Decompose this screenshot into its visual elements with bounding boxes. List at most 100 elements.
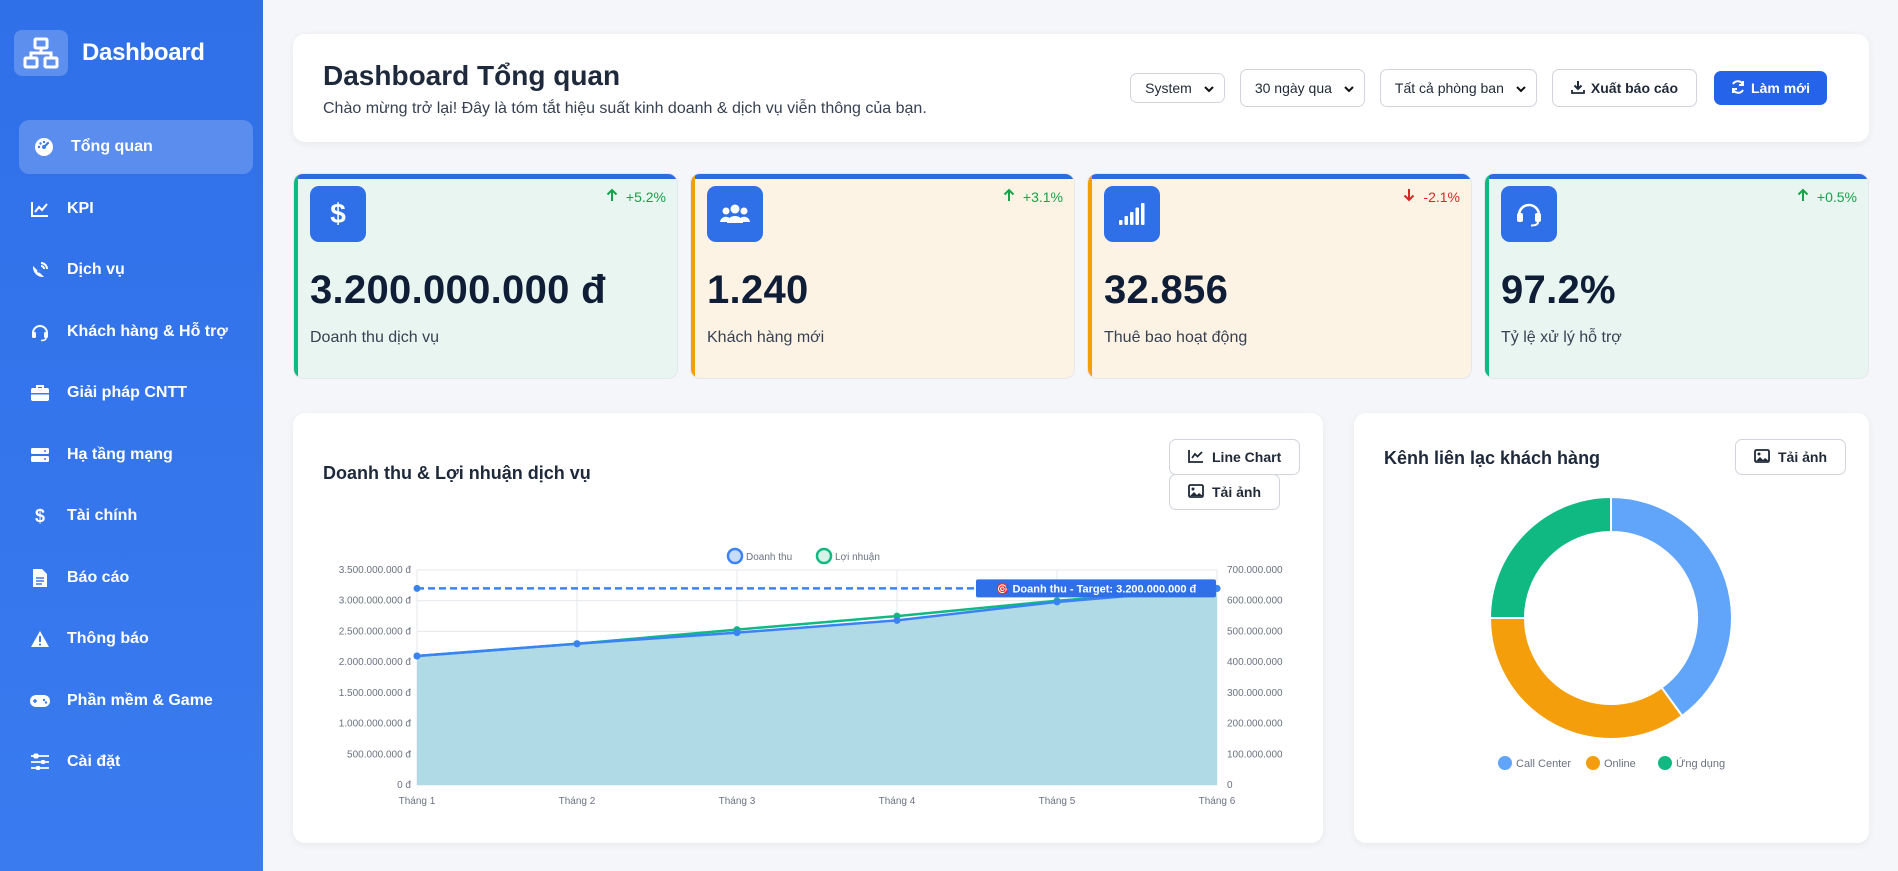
download-icon	[1570, 80, 1591, 97]
brand-title: Dashboard	[82, 39, 205, 66]
sidebar-item-it-solutions[interactable]: Giải pháp CNTT	[19, 366, 253, 420]
department-select[interactable]: Tất cả phòng ban	[1379, 69, 1537, 107]
y-right-tick-label: 400.000.000	[1227, 657, 1283, 668]
y-right-tick-label: 300.000.000	[1227, 688, 1283, 699]
kpi-label: Doanh thu dịch vụ	[310, 329, 439, 346]
chevron-down-icon	[1516, 80, 1526, 96]
x-tick-label: Tháng 1	[399, 796, 436, 807]
sidebar-item-overview[interactable]: Tổng quan	[19, 120, 253, 174]
theme-select-value: System	[1145, 80, 1192, 96]
sidebar-item-label: Giải pháp CNTT	[67, 384, 187, 401]
y-left-tick-label: 2.000.000.000 đ	[339, 657, 412, 668]
kpi-trend-value: +0.5%	[1816, 188, 1857, 205]
sidebar-item-label: Tổng quan	[71, 138, 153, 155]
revenue-profit-line-chart: 0 đ 500.000.000 đ 1.000.000.000 đ 1.500.000…	[339, 547, 1283, 807]
sidebar-item-kpi[interactable]: KPI	[19, 182, 253, 236]
sidebar-item-label: Thông báo	[67, 630, 149, 647]
export-report-button[interactable]: Xuất báo cáo	[1551, 69, 1698, 107]
kpi-card-new-customers: +3.1% 1.240 Khách hàng mới	[690, 173, 1075, 379]
brand[interactable]: Dashboard	[14, 30, 205, 76]
legend-label: Ứng dụng	[1676, 757, 1725, 770]
sidebar-item-notifications[interactable]: Thông báo	[19, 612, 253, 666]
legend-label: Online	[1604, 758, 1636, 770]
kpi-card-subscribers: -2.1% 32.856 Thuê bao hoạt động	[1087, 173, 1472, 379]
kpi-topbar	[1485, 174, 1868, 179]
sidebar-item-settings[interactable]: Cài đặt	[19, 735, 253, 789]
revenue-point	[733, 629, 741, 637]
arrow-up-icon	[1797, 188, 1817, 205]
sidebar-item-label: Cài đặt	[67, 753, 121, 770]
sidebar-item-label: Phần mềm & Game	[67, 691, 213, 709]
legend-label-revenue: Doanh thu	[746, 552, 792, 563]
sidebar-item-finance[interactable]: $ Tài chính	[19, 489, 253, 543]
channel-chart-card: Kênh liên lạc khách hàng Tải ảnh Call Ce…	[1354, 413, 1869, 843]
arrow-up-icon	[1003, 188, 1023, 205]
sliders-icon	[29, 751, 51, 773]
sidebar-nav: Tổng quan KPI Dịch vụ Khách hàng & Hỗ tr…	[0, 120, 263, 797]
kpi-topbar	[1088, 174, 1471, 179]
legend-swatch-revenue	[726, 547, 744, 565]
revenue-point	[573, 640, 581, 648]
kpi-label: Khách hàng mới	[707, 329, 825, 346]
y-right-tick-label: 0	[1227, 780, 1233, 791]
kpi-accent	[1485, 174, 1489, 378]
sidebar-item-network[interactable]: Hạ tầng mạng	[19, 428, 253, 482]
revenue-point	[893, 616, 901, 624]
gauge-icon	[33, 136, 55, 158]
sidebar-item-services[interactable]: Dịch vụ	[19, 243, 253, 297]
sidebar-item-label: Hạ tầng mạng	[67, 445, 173, 463]
server-icon	[29, 444, 51, 466]
chart-line-icon	[29, 198, 51, 220]
kpi-trend-value: -2.1%	[1423, 188, 1460, 205]
refresh-button[interactable]: Làm mới	[1714, 71, 1827, 105]
page-subtitle: Chào mừng trở lại! Đây là tóm tắt hiệu s…	[323, 100, 927, 117]
y-left-tick-label: 500.000.000 đ	[347, 749, 411, 760]
users-icon	[707, 186, 763, 242]
signal-icon	[1104, 186, 1160, 242]
dollar-icon: $	[29, 505, 51, 527]
period-select[interactable]: 30 ngày qua	[1239, 69, 1365, 107]
x-tick-label: Tháng 3	[719, 796, 756, 807]
sidebar-item-software-games[interactable]: Phần mềm & Game	[19, 674, 253, 728]
kpi-trend: -2.1%	[1403, 188, 1460, 205]
kpi-value: 1.240	[707, 268, 809, 312]
x-tick-label: Tháng 4	[879, 796, 916, 807]
kpi-value: 32.856	[1104, 268, 1229, 312]
kpi-topbar	[691, 174, 1074, 179]
kpi-accent	[1088, 174, 1092, 378]
svg-text:$: $	[330, 199, 346, 229]
header-controls: System 30 ngày qua Tất cả phòng ban Xuất…	[1130, 69, 1827, 107]
legend-swatch	[1658, 756, 1672, 770]
legend-swatch	[1498, 756, 1512, 770]
kpi-label: Tỷ lệ xử lý hỗ trợ	[1501, 329, 1622, 346]
sidebar: Dashboard Tổng quan KPI Dịch vụ Khách hà…	[0, 0, 263, 871]
kpi-trend: +0.5%	[1797, 188, 1857, 205]
sidebar-item-customers-support[interactable]: Khách hàng & Hỗ trợ	[19, 305, 253, 359]
sidebar-item-label: Báo cáo	[67, 568, 130, 586]
y-left-tick-label: 3.500.000.000 đ	[339, 565, 412, 576]
arrow-up-icon	[606, 188, 626, 205]
gamepad-icon	[29, 690, 51, 712]
export-report-label: Xuất báo cáo	[1590, 80, 1679, 96]
y-left-tick-label: 3.000.000.000 đ	[339, 596, 412, 607]
sidebar-item-label: Tài chính	[67, 507, 138, 524]
y-left-tick-label: 2.500.000.000 đ	[339, 626, 412, 637]
y-right-tick-label: 600.000.000	[1227, 596, 1283, 607]
file-icon	[29, 567, 51, 589]
channel-donut-chart: Call Center Online Ứng dụng	[1488, 495, 1733, 770]
headset-icon	[1501, 186, 1557, 242]
header-card: Dashboard Tổng quan Chào mừng trở lại! Đ…	[293, 34, 1869, 142]
sidebar-item-reports[interactable]: Báo cáo	[19, 551, 253, 605]
chevron-down-icon	[1344, 80, 1354, 96]
x-tick-label: Tháng 5	[1039, 796, 1076, 807]
kpi-card-revenue: $ +5.2% 3.200.000.000 đ Doanh thu dịch v…	[293, 173, 678, 379]
arrow-down-icon	[1403, 188, 1423, 205]
sidebar-item-label: KPI	[67, 199, 94, 217]
y-left-tick-label: 1.500.000.000 đ	[339, 688, 412, 699]
satellite-dish-icon	[29, 259, 51, 281]
kpi-trend: +5.2%	[606, 188, 666, 205]
y-right-tick-label: 100.000.000	[1227, 749, 1283, 760]
theme-select[interactable]: System	[1130, 73, 1225, 103]
x-tick-label: Tháng 2	[559, 796, 596, 807]
revenue-chart-card: Doanh thu & Lợi nhuận dịch vụ Line Chart…	[293, 413, 1323, 843]
